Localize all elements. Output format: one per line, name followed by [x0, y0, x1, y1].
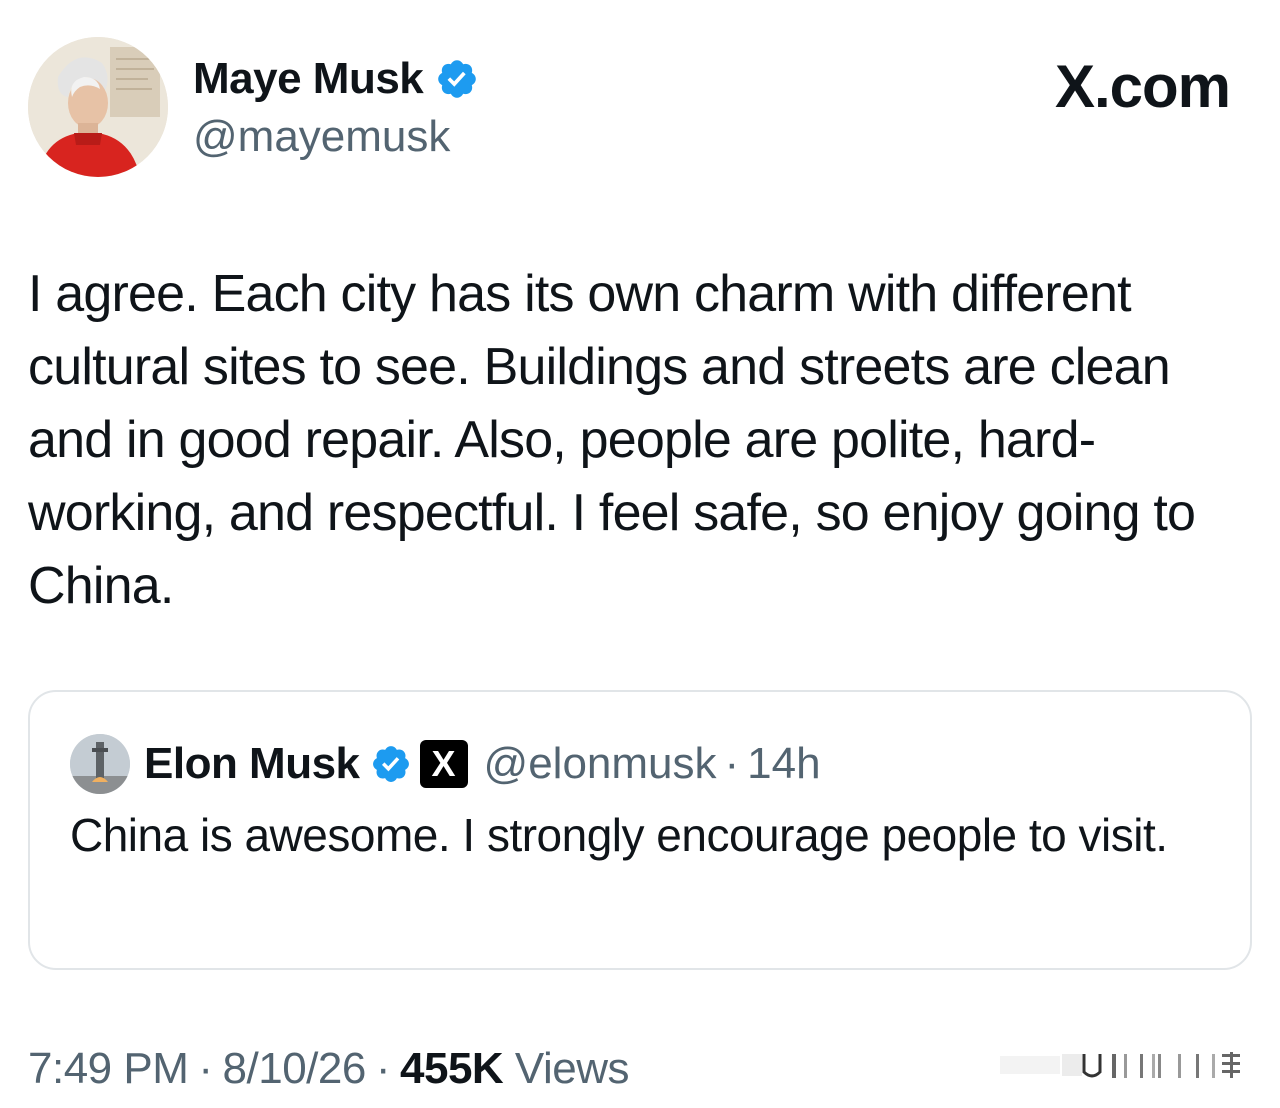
x-affiliation-badge-icon[interactable]: X: [419, 740, 468, 788]
views-label: Views: [514, 1044, 630, 1093]
quoted-separator: ·: [724, 739, 740, 788]
meta-separator: ·: [375, 1044, 391, 1093]
tweet-date[interactable]: 8/10/26: [223, 1044, 367, 1093]
tweet-metadata: 7:49 PM · 8/10/26 · 455K Views: [28, 1044, 630, 1094]
watermark-mark: [1000, 1052, 1240, 1078]
quoted-author-name[interactable]: Elon Musk: [144, 739, 360, 789]
quoted-tweet-text: China is awesome. I strongly encourage p…: [70, 809, 1168, 861]
author-avatar-image: [28, 37, 168, 177]
views-count: 455K: [400, 1044, 504, 1093]
tweet-time[interactable]: 7:49 PM: [28, 1044, 189, 1093]
author-name-row: Maye Musk: [193, 52, 479, 106]
quoted-timestamp[interactable]: 14h: [747, 739, 820, 789]
brand-logo: X.com: [1054, 53, 1231, 120]
meta-separator: ·: [198, 1044, 213, 1093]
quoted-author-avatar[interactable]: [70, 734, 130, 794]
tweet-text: I agree. Each city has its own charm wit…: [28, 265, 1196, 615]
quoted-author-avatar-image: [70, 734, 130, 794]
quoted-verified-badge-icon[interactable]: [370, 743, 412, 785]
author-info[interactable]: Maye Musk @mayemusk: [193, 52, 479, 162]
quoted-tweet-card[interactable]: Elon Musk X @elonmusk · 14h China is awe…: [28, 690, 1252, 970]
author-handle[interactable]: @mayemusk: [193, 112, 479, 162]
author-display-name[interactable]: Maye Musk: [193, 54, 424, 104]
quoted-tweet-header: Elon Musk X @elonmusk · 14h: [70, 732, 821, 796]
quoted-author-handle[interactable]: @elonmusk: [484, 739, 717, 789]
verified-badge-icon[interactable]: [435, 57, 479, 101]
author-avatar[interactable]: [28, 37, 168, 177]
